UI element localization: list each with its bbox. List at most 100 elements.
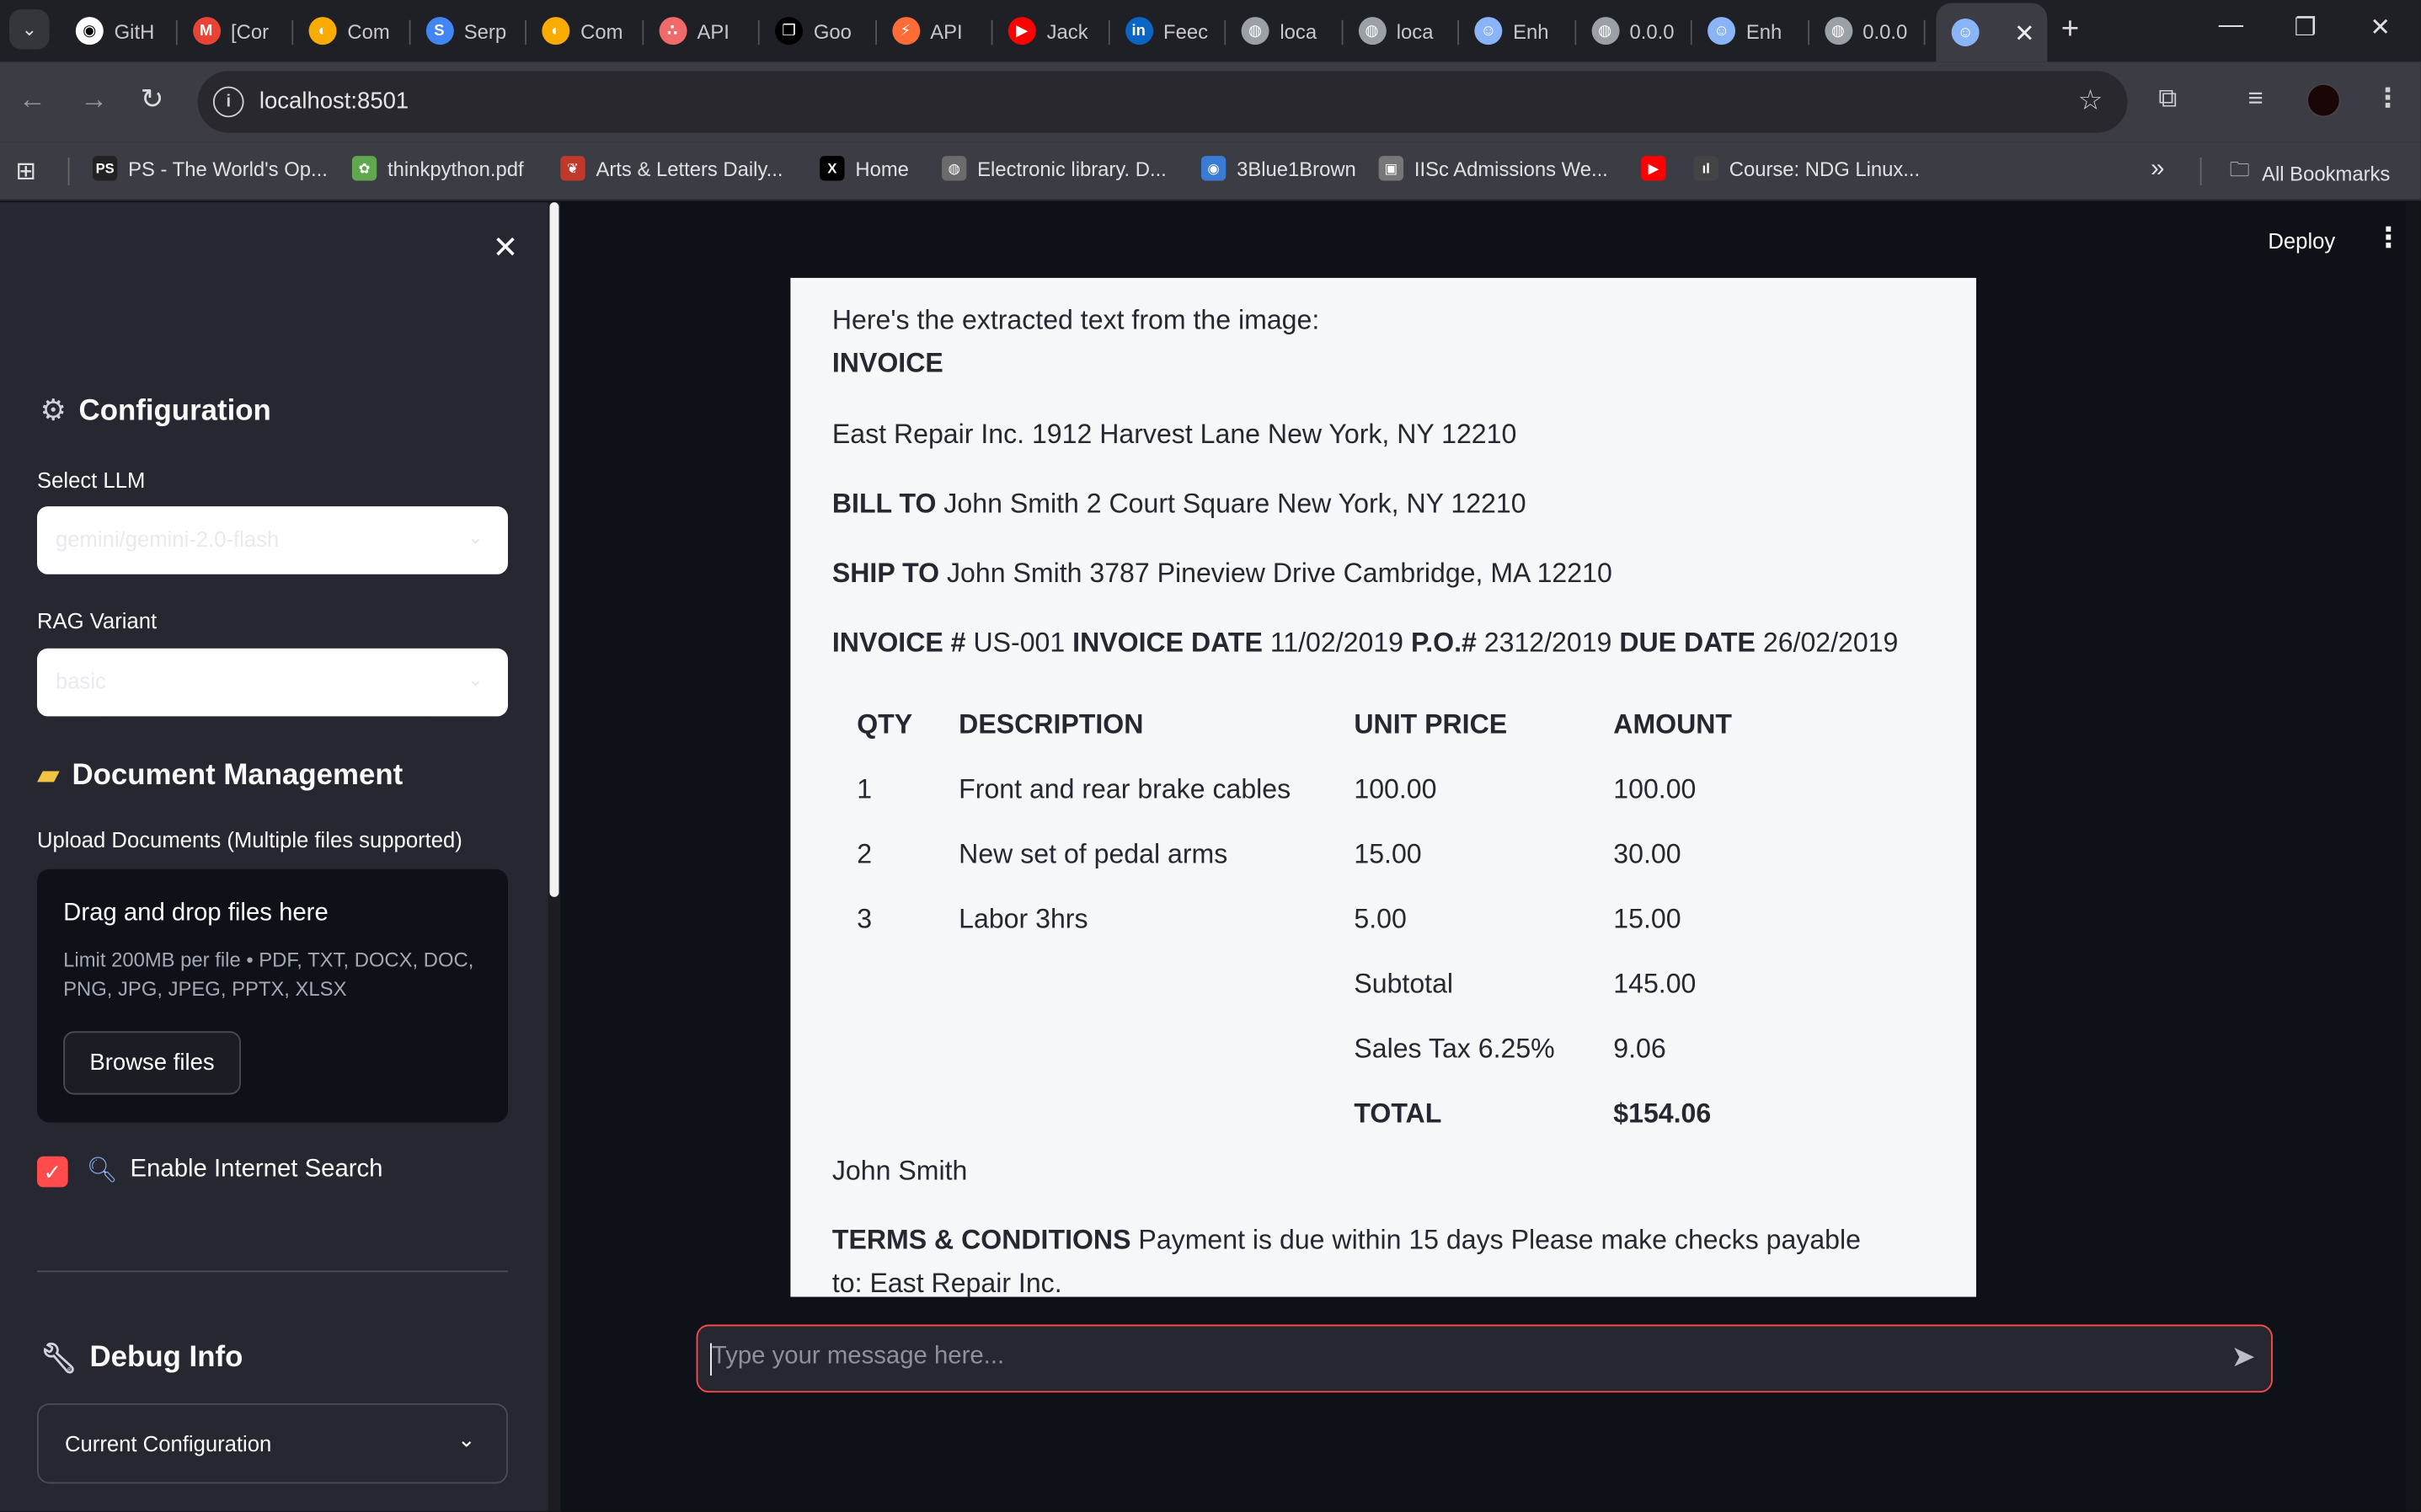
tab[interactable]: ∴ API — [643, 6, 760, 56]
bookmark-item[interactable]: ◉ 3Blue1Brown — [1200, 156, 1356, 181]
total-value: $154.06 — [1613, 1098, 1712, 1129]
youtube-icon: ▶ — [1641, 156, 1666, 181]
globe-icon: ◍ — [1241, 17, 1269, 45]
document-management-heading: ▰ Document Management — [37, 758, 403, 793]
url-text[interactable]: localhost:8501 — [259, 88, 409, 114]
tab-label: API — [930, 19, 963, 43]
header-amount: AMOUNT — [1613, 708, 1733, 740]
bookmark-item[interactable]: ▶ — [1641, 156, 1676, 181]
debug-info-heading: 🔧︎ Debug Info — [40, 1340, 243, 1377]
colab-icon: ◐ — [308, 17, 337, 45]
app-menu-icon[interactable]: ⋮ — [2375, 222, 2402, 254]
media-control-icon[interactable]: ≡ — [2248, 83, 2263, 115]
deploy-button[interactable]: Deploy — [2268, 228, 2335, 253]
folder-icon: ▰ — [36, 759, 60, 793]
tab[interactable]: S Serp — [410, 6, 526, 56]
chat-input[interactable]: Type your message here... ➤ — [696, 1324, 2273, 1393]
tab-active[interactable]: ☺ ✕ — [1936, 3, 2048, 62]
tab[interactable]: ◍ 0.0.0 — [1575, 6, 1692, 56]
internet-search-checkbox[interactable]: ✓ — [36, 1156, 68, 1188]
sidebar-scrollbar-thumb[interactable] — [549, 202, 559, 897]
all-bookmarks[interactable]: 🗀 All Bookmarks — [2230, 156, 2391, 190]
bookmark-item[interactable]: ✿ thinkpython.pdf — [351, 156, 524, 181]
main-scrollbar[interactable] — [2405, 202, 2421, 1512]
header-qty: QTY — [857, 708, 913, 740]
sidebar-scrollbar[interactable] — [548, 202, 561, 1512]
sidebar-close-icon[interactable]: ✕ — [493, 228, 519, 267]
bookmark-item[interactable]: ıl Course: NDG Linux... — [1693, 156, 1921, 181]
address-bar[interactable]: i localhost:8501 ☆ — [197, 71, 2128, 133]
bookmark-item[interactable]: ❦ Arts & Letters Daily... — [560, 156, 783, 181]
profile-avatar[interactable] — [2306, 83, 2341, 118]
tab[interactable]: M [Cor — [177, 6, 294, 56]
new-tab-plus-icon[interactable]: + — [2061, 13, 2079, 48]
bill-to-value: John Smith 2 Court Square New York, NY 1… — [943, 488, 1526, 519]
cell-qty: 1 — [857, 773, 873, 804]
tab[interactable]: ◐ Com — [293, 6, 410, 56]
browser-tabstrip: ⌄ ◉ GitH M [Cor ◐ Com S Serp ◐ Com ∴ API ❐ Goo ⚡ API ▶ Ja… — [0, 0, 2421, 62]
main-area: Deploy ⋮ Here's the extracted text from … — [560, 202, 2421, 1512]
current-configuration-expander[interactable]: Current Configuration ⌄ — [36, 1403, 508, 1484]
back-arrow-icon[interactable]: ← — [19, 83, 46, 115]
tab-close-icon[interactable]: ✕ — [2014, 19, 2035, 50]
iisc-icon: ▣ — [1378, 156, 1404, 181]
internet-search-label[interactable]: 🔍︎ Enable Internet Search — [87, 1155, 383, 1186]
tab[interactable]: ⚡ API — [876, 6, 993, 56]
tab-search-chevron-icon[interactable]: ⌄ — [8, 8, 50, 50]
extensions-icon[interactable]: ⧉ — [2158, 83, 2177, 115]
tab[interactable]: ▶ Jack — [992, 6, 1109, 56]
response-intro: Here's the extracted text from the image… — [831, 304, 1320, 335]
magnifier-icon: 🔍︎ — [86, 1157, 118, 1184]
tab[interactable]: ◍ 0.0.0 — [1809, 6, 1926, 56]
total-label: TOTAL — [1354, 1098, 1442, 1129]
window-close-icon[interactable]: ✕ — [2370, 13, 2391, 44]
terms-text: Payment is due within 15 days Please mak… — [1138, 1224, 1862, 1256]
tab[interactable]: ☺ Enh — [1692, 6, 1809, 56]
bookmark-label: Course: NDG Linux... — [1729, 157, 1921, 180]
restore-icon[interactable]: ❐ — [2295, 13, 2317, 44]
reload-icon[interactable]: ↻ — [141, 83, 164, 115]
globe-icon: ◍ — [1824, 17, 1852, 45]
minimize-icon[interactable]: — — [2219, 13, 2243, 40]
send-icon[interactable]: ➤ — [2231, 1340, 2256, 1376]
colab-icon: ◐ — [542, 17, 570, 45]
tab[interactable]: in Feec — [1109, 6, 1227, 56]
forward-arrow-icon[interactable]: → — [80, 83, 108, 115]
bookmark-item[interactable]: ▣ IISc Admissions We... — [1378, 156, 1608, 181]
robot-icon: ☺ — [1708, 17, 1736, 45]
ship-to-label: SHIP TO — [831, 557, 940, 589]
browse-files-button[interactable]: Browse files — [63, 1031, 241, 1095]
bill-to-line: BILL TO John Smith 2 Court Square New Yo… — [832, 488, 1526, 520]
bookmark-item[interactable]: PS PS - The World's Op... — [92, 156, 328, 181]
all-bookmarks-label: All Bookmarks — [2262, 161, 2391, 185]
tab[interactable]: ◍ loca — [1343, 6, 1459, 56]
bookmark-item[interactable]: ◍ Electronic library. D... — [942, 156, 1167, 181]
tab-label: [Cor — [231, 19, 270, 43]
file-dropzone[interactable]: Drag and drop files here Limit 200MB per… — [36, 868, 508, 1123]
tab[interactable]: ❐ Goo — [760, 6, 877, 56]
assistant-response-card: Here's the extracted text from the image… — [790, 277, 1976, 1297]
select-llm-label: Select LLM — [36, 467, 146, 493]
tab[interactable]: ◐ Com — [526, 6, 644, 56]
select-llm-dropdown[interactable]: gemini/gemini-2.0-flash ⌄ — [36, 506, 508, 574]
eye-icon: ◉ — [1200, 156, 1227, 181]
current-configuration-label: Current Configuration — [64, 1431, 272, 1456]
browser-menu-icon[interactable]: ⋮ — [2375, 83, 2401, 115]
site-info-icon[interactable]: i — [212, 86, 244, 118]
tab[interactable]: ◍ loca — [1226, 6, 1343, 56]
invoice-meta-line: INVOICE # US-001 INVOICE DATE 11/02/2019… — [832, 627, 1899, 659]
rag-variant-dropdown[interactable]: basic ⌄ — [36, 648, 508, 717]
bookmark-item[interactable]: X Home — [820, 156, 909, 181]
bookmark-label: Electronic library. D... — [977, 157, 1167, 180]
folder-icon: 🗀 — [2229, 157, 2250, 181]
bookmark-star-icon[interactable]: ☆ — [2078, 85, 2103, 117]
globe-icon: ◍ — [1590, 17, 1619, 45]
bookmark-label: Home — [855, 157, 909, 180]
tab[interactable]: ☺ Enh — [1459, 6, 1576, 56]
more-bookmarks-icon[interactable]: » — [2151, 156, 2164, 184]
serp-icon: S — [425, 17, 453, 45]
apps-grid-icon[interactable]: ⊞ — [15, 156, 36, 187]
chevron-down-icon: ⌄ — [468, 668, 484, 691]
tab[interactable]: ◉ GitH — [60, 6, 177, 56]
chat-placeholder: Type your message here... — [711, 1343, 1005, 1370]
